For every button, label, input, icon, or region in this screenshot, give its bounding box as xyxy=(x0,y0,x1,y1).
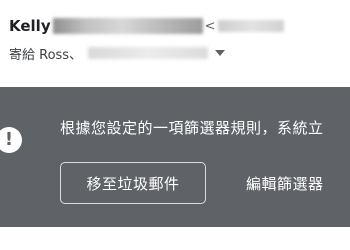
redacted-recipients xyxy=(88,47,209,59)
sender-name: Kelly xyxy=(9,17,51,35)
recipient-label: 寄給 Ross、 xyxy=(9,47,83,63)
email-open-bracket: < xyxy=(204,18,216,34)
sender-row: Kelly < xyxy=(9,16,284,36)
spam-filter-banner: ! 根據您設定的一項篩選器規則，系統立 移至垃圾郵件 編輯篩選器 xyxy=(0,87,350,227)
warning-glyph: ! xyxy=(4,129,14,150)
exclamation-circle-icon: ! xyxy=(0,127,22,153)
recipient-row[interactable]: 寄給 Ross、 xyxy=(9,44,226,63)
redacted-sender-email xyxy=(52,18,203,34)
redacted-sender-email-tail xyxy=(217,20,284,32)
email-view: Kelly < 寄給 Ross、 ! 根據您設定的一項篩選器規則，系統立 移至垃… xyxy=(0,0,350,250)
move-to-spam-button[interactable]: 移至垃圾郵件 xyxy=(60,162,206,204)
caret-down-icon[interactable] xyxy=(215,50,226,56)
edit-filter-button[interactable]: 編輯篩選器 xyxy=(246,173,324,194)
banner-message: 根據您設定的一項篩選器規則，系統立 xyxy=(60,119,324,137)
